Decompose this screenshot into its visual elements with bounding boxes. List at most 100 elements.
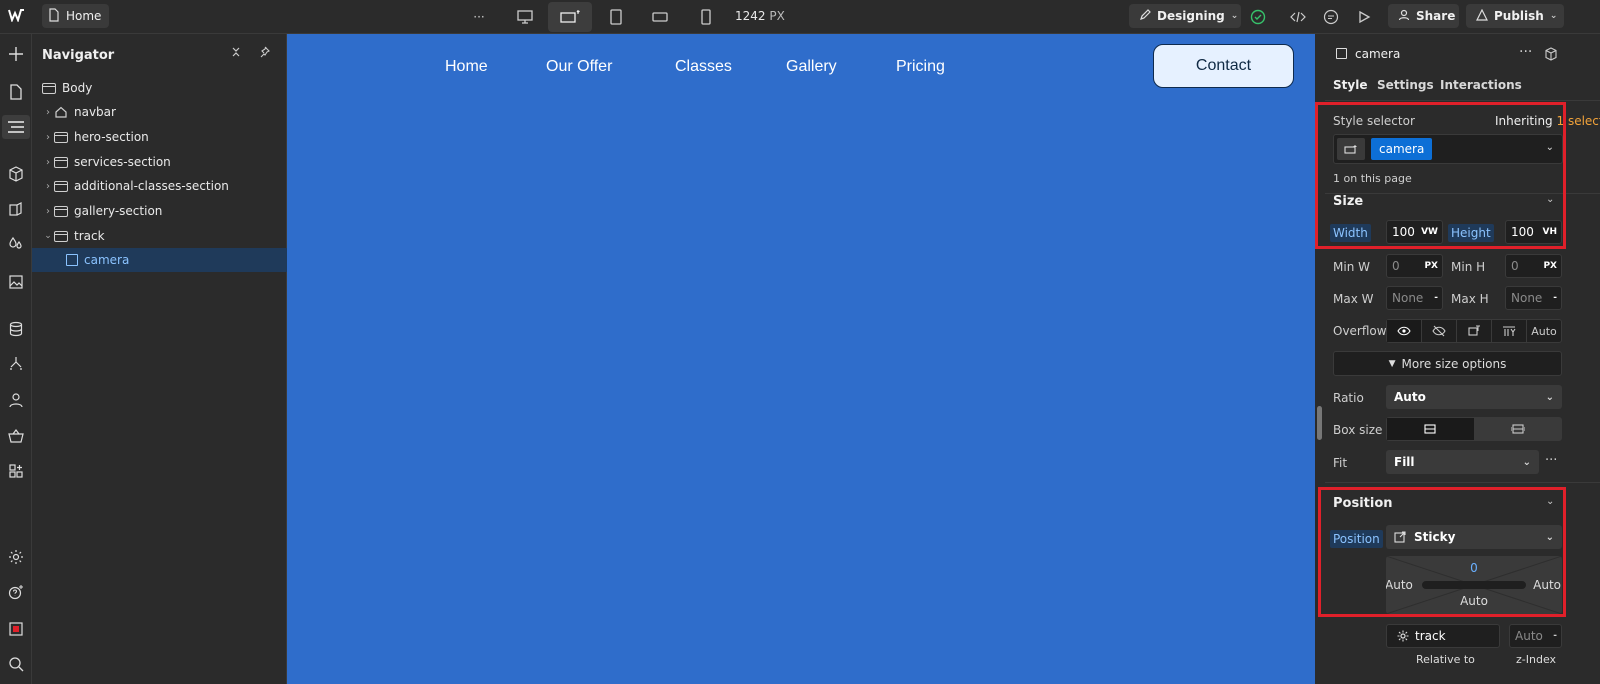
assets-icon[interactable]	[4, 270, 28, 294]
max-height-unit[interactable]: -	[1553, 293, 1557, 303]
webflow-logo-icon[interactable]	[8, 8, 26, 24]
brush-icon	[1139, 8, 1151, 24]
page-selector-button[interactable]: Home	[42, 4, 110, 28]
share-button[interactable]: Share	[1388, 4, 1459, 28]
tree-item-camera[interactable]: camera	[32, 248, 287, 272]
relative-to-label: Relative to	[1416, 653, 1475, 666]
settings-gear-icon[interactable]	[4, 545, 28, 569]
chevron-down-icon[interactable]: ⌄	[42, 231, 54, 241]
overflow-visible-eye-icon[interactable]	[1387, 320, 1422, 342]
tree-item-additional-classes-section[interactable]: › additional-classes-section	[32, 174, 287, 198]
site-nav-link-gallery[interactable]: Gallery	[786, 58, 837, 76]
chevron-down-icon: ⌄	[1545, 391, 1554, 403]
z-index-unit[interactable]: -	[1553, 631, 1557, 641]
min-width-input[interactable]: 0 PX	[1386, 254, 1443, 278]
site-contact-button[interactable]: Contact	[1153, 44, 1294, 88]
max-width-unit[interactable]: -	[1434, 293, 1438, 303]
border-box-icon[interactable]	[1387, 418, 1475, 440]
chevron-right-icon[interactable]: ›	[42, 206, 54, 217]
more-options-icon[interactable]: ···	[459, 4, 499, 30]
chevron-right-icon[interactable]: ›	[42, 181, 54, 192]
overflow-auto-option[interactable]: Auto	[1527, 320, 1561, 342]
z-index-label: z-Index	[1516, 653, 1557, 666]
help-ai-icon[interactable]	[4, 580, 28, 604]
tree-item-navbar[interactable]: › navbar	[32, 100, 287, 124]
section-box-icon	[54, 230, 68, 242]
more-size-options-button[interactable]: ▼ More size options	[1333, 351, 1562, 376]
collapse-all-icon[interactable]	[230, 46, 242, 61]
tab-style[interactable]: Style	[1333, 78, 1367, 92]
more-options-icon[interactable]: ···	[1519, 44, 1532, 60]
base-breakpoint-icon[interactable]	[548, 2, 592, 32]
user-icon	[1398, 9, 1410, 24]
chevron-right-icon[interactable]: ›	[42, 157, 54, 168]
relative-to-field[interactable]: track	[1386, 624, 1500, 648]
pages-icon[interactable]	[4, 80, 28, 104]
section-box-icon	[54, 205, 68, 217]
desktop-breakpoint-icon[interactable]	[505, 4, 545, 30]
pin-icon[interactable]	[258, 46, 270, 61]
section-box-icon	[54, 156, 68, 168]
div-block-icon	[66, 254, 78, 266]
site-nav-link-home[interactable]: Home	[445, 58, 488, 76]
search-icon[interactable]	[4, 652, 28, 676]
variables-icon[interactable]	[4, 197, 28, 221]
scrollbar-thumb[interactable]	[1317, 406, 1322, 440]
users-icon[interactable]	[4, 388, 28, 412]
comments-icon[interactable]	[1319, 4, 1343, 30]
preview-play-icon[interactable]	[1352, 4, 1376, 30]
tab-interactions[interactable]: Interactions	[1440, 78, 1522, 92]
mobile-portrait-breakpoint-icon[interactable]	[686, 4, 726, 30]
ratio-dropdown[interactable]: Auto ⌄	[1386, 385, 1562, 409]
tab-settings[interactable]: Settings	[1377, 78, 1434, 92]
site-nav-link-our-offer[interactable]: Our Offer	[546, 58, 612, 76]
styles-drops-icon[interactable]	[4, 232, 28, 256]
code-icon[interactable]	[1286, 4, 1310, 30]
tree-item-hero-section[interactable]: › hero-section	[32, 125, 287, 149]
max-width-input[interactable]: None -	[1386, 286, 1443, 310]
fit-more-options-icon[interactable]: ···	[1545, 453, 1557, 468]
site-nav-link-pricing[interactable]: Pricing	[896, 58, 945, 76]
max-height-input[interactable]: None -	[1505, 286, 1562, 310]
design-canvas[interactable]: Home Our Offer Classes Gallery Pricing C…	[287, 34, 1315, 684]
section-box-icon	[54, 180, 68, 192]
cms-database-icon[interactable]	[4, 317, 28, 341]
box-size-segmented-control[interactable]	[1386, 417, 1562, 441]
min-height-unit[interactable]: PX	[1543, 261, 1557, 271]
add-elements-icon[interactable]	[4, 42, 28, 66]
tree-item-body[interactable]: Body	[32, 76, 287, 100]
tablet-breakpoint-icon[interactable]	[596, 4, 636, 30]
ecommerce-basket-icon[interactable]	[4, 424, 28, 448]
overflow-segmented-control[interactable]: Auto	[1386, 319, 1562, 343]
mobile-landscape-breakpoint-icon[interactable]	[640, 4, 680, 30]
chevron-right-icon[interactable]: ›	[42, 107, 54, 118]
tree-item-gallery-section[interactable]: › gallery-section	[32, 199, 287, 223]
overflow-hidden-eye-off-icon[interactable]	[1422, 320, 1457, 342]
navigator-icon[interactable]	[2, 115, 30, 139]
chevron-down-icon: ▼	[1388, 358, 1396, 369]
record-stop-icon[interactable]	[4, 617, 28, 641]
component-cube-icon[interactable]	[1544, 47, 1558, 64]
overflow-scroll-icon[interactable]	[1457, 320, 1492, 342]
canvas-width-value: 1242	[735, 9, 766, 23]
check-status-icon[interactable]	[1246, 4, 1270, 30]
apps-icon[interactable]	[4, 459, 28, 483]
mode-dropdown[interactable]: Designing ⌄	[1129, 4, 1241, 28]
min-width-value: 0	[1392, 259, 1400, 273]
min-width-unit[interactable]: PX	[1424, 261, 1438, 271]
fit-dropdown[interactable]: Fill ⌄	[1386, 450, 1539, 474]
logic-flow-icon[interactable]	[4, 352, 28, 376]
chevron-right-icon[interactable]: ›	[42, 132, 54, 143]
overflow-clip-icon[interactable]	[1492, 320, 1527, 342]
content-box-icon[interactable]	[1475, 418, 1562, 440]
chevron-down-icon: ⌄	[1549, 11, 1558, 21]
tree-item-services-section[interactable]: › services-section	[32, 150, 287, 174]
z-index-input[interactable]: Auto -	[1509, 624, 1562, 648]
publish-button[interactable]: Publish ⌄	[1466, 4, 1564, 28]
navigator-panel: Navigator Body › navbar › hero-section ›…	[32, 34, 287, 684]
tree-item-track[interactable]: ⌄ track	[32, 224, 287, 248]
components-icon[interactable]	[4, 162, 28, 186]
min-height-input[interactable]: 0 PX	[1505, 254, 1562, 278]
site-nav-link-classes[interactable]: Classes	[675, 58, 732, 76]
tree-item-label: additional-classes-section	[74, 179, 229, 193]
